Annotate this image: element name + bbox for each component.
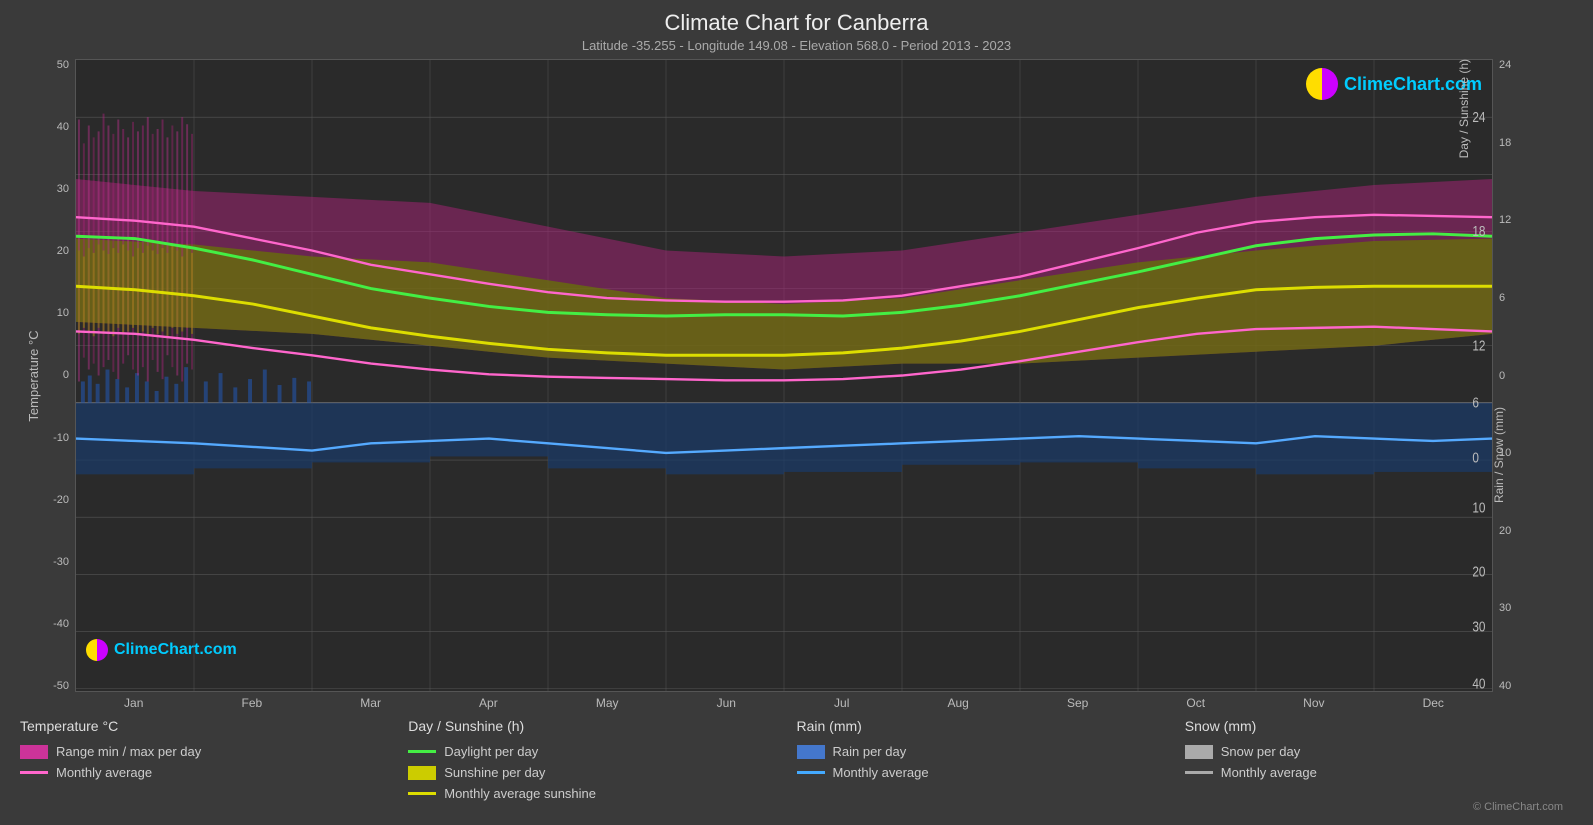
logo-bottom-left: ClimeChart.com <box>86 639 237 661</box>
legend-col-rain: Rain (mm) Rain per day Monthly average <box>797 718 1185 801</box>
legend-label-snow-swatch: Snow per day <box>1221 744 1301 759</box>
copyright: © ClimeChart.com <box>20 801 1573 815</box>
svg-text:6: 6 <box>1472 395 1479 411</box>
legend-title-snow: Snow (mm) <box>1185 718 1573 734</box>
legend-swatch-sunshine <box>408 766 436 780</box>
logo-icon-top <box>1306 68 1338 100</box>
chart-main: ClimeChart.com ClimeChart.com <box>75 59 1493 692</box>
legend-item-temp-range: Range min / max per day <box>20 744 408 759</box>
legend-label-daylight: Daylight per day <box>444 744 538 759</box>
legend-label-rain-swatch: Rain per day <box>833 744 907 759</box>
svg-text:20: 20 <box>1472 564 1485 580</box>
legend-item-daylight: Daylight per day <box>408 744 796 759</box>
legend-item-snow-swatch: Snow per day <box>1185 744 1573 759</box>
legend-area: Temperature °C Range min / max per day M… <box>20 710 1573 801</box>
legend-label-sunshine-avg: Monthly average sunshine <box>444 786 596 801</box>
legend-swatch-temp-range <box>20 745 48 759</box>
chart-subtitle: Latitude -35.255 - Longitude 149.08 - El… <box>20 38 1573 53</box>
right-axis-label-2: Rain / Snow (mm) <box>1492 407 1506 503</box>
legend-swatch-rain <box>797 745 825 759</box>
legend-title-temperature: Temperature °C <box>20 718 408 734</box>
x-axis: Jan Feb Mar Apr May Jun Jul Aug Sep Oct … <box>20 692 1493 710</box>
legend-line-temp-avg <box>20 771 48 774</box>
chart-svg: 24 18 12 6 0 10 20 30 40 <box>76 60 1492 691</box>
svg-text:12: 12 <box>1472 337 1485 353</box>
legend-line-rain-avg <box>797 771 825 774</box>
y-axis-right: Day / Sunshine (h) Rain / Snow (mm) 24 1… <box>1493 59 1573 692</box>
svg-text:18: 18 <box>1472 223 1485 239</box>
legend-label-temp-avg: Monthly average <box>56 765 152 780</box>
legend-swatch-snow <box>1185 745 1213 759</box>
legend-title-rain: Rain (mm) <box>797 718 1185 734</box>
svg-text:10: 10 <box>1472 499 1485 515</box>
legend-item-snow-avg: Monthly average <box>1185 765 1573 780</box>
logo-top-right: ClimeChart.com <box>1306 68 1482 100</box>
legend-item-sunshine-swatch: Sunshine per day <box>408 765 796 780</box>
legend-line-snow-avg <box>1185 771 1213 774</box>
legend-label-snow-avg: Monthly average <box>1221 765 1317 780</box>
legend-col-temperature: Temperature °C Range min / max per day M… <box>20 718 408 801</box>
y-axis-left: Temperature °C 50 40 30 20 10 0 -10 -20 … <box>20 59 75 692</box>
chart-title: Climate Chart for Canberra <box>20 10 1573 36</box>
chart-area: Temperature °C 50 40 30 20 10 0 -10 -20 … <box>20 59 1573 692</box>
logo-icon-bottom <box>86 639 108 661</box>
legend-label-temp-range: Range min / max per day <box>56 744 201 759</box>
legend-item-rain-swatch: Rain per day <box>797 744 1185 759</box>
legend-item-rain-avg: Monthly average <box>797 765 1185 780</box>
svg-text:30: 30 <box>1472 618 1485 634</box>
legend-col-snow: Snow (mm) Snow per day Monthly average <box>1185 718 1573 801</box>
legend-line-sunshine-avg <box>408 792 436 795</box>
right-axis-ticks: 24 18 12 6 0 10 20 30 40 <box>1499 59 1511 692</box>
logo-text-bottom: ClimeChart.com <box>114 641 237 659</box>
right-axis-label-1: Day / Sunshine (h) <box>1457 59 1471 158</box>
page-wrapper: Climate Chart for Canberra Latitude -35.… <box>0 0 1593 825</box>
svg-text:0: 0 <box>1472 449 1479 465</box>
legend-line-daylight <box>408 750 436 753</box>
legend-label-sunshine-swatch: Sunshine per day <box>444 765 545 780</box>
svg-text:24: 24 <box>1472 109 1485 125</box>
legend-item-sunshine-avg: Monthly average sunshine <box>408 786 796 801</box>
y-label-left: Temperature °C <box>26 330 41 421</box>
legend-col-sunshine: Day / Sunshine (h) Daylight per day Suns… <box>408 718 796 801</box>
legend-label-rain-avg: Monthly average <box>833 765 929 780</box>
legend-item-temp-avg: Monthly average <box>20 765 408 780</box>
legend-title-sunshine: Day / Sunshine (h) <box>408 718 796 734</box>
svg-text:40: 40 <box>1472 676 1485 691</box>
